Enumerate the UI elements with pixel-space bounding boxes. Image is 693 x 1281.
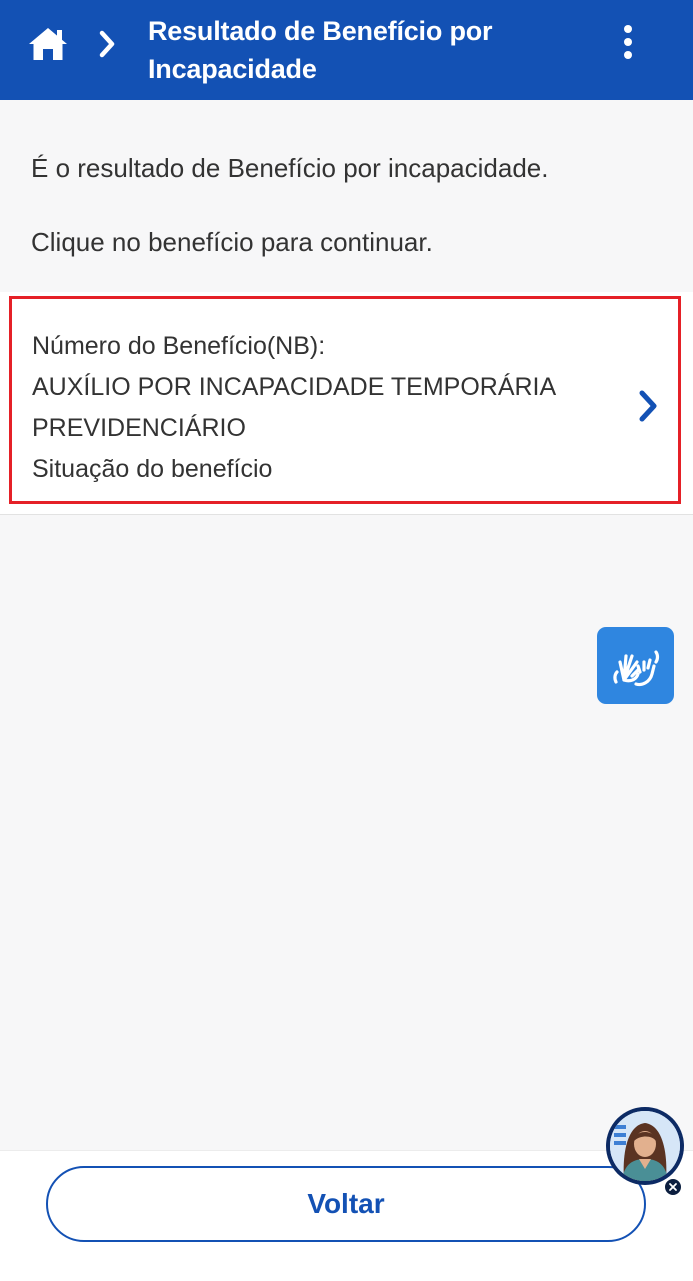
- libras-accessibility-button[interactable]: [597, 627, 674, 704]
- back-button[interactable]: Voltar: [46, 1166, 646, 1242]
- chevron-right-icon: [99, 30, 115, 58]
- more-options-button[interactable]: [608, 20, 648, 64]
- intro-section: É o resultado de Benefício por incapacid…: [0, 100, 693, 266]
- benefit-details: Número do Benefício(NB): AUXÍLIO POR INC…: [32, 326, 612, 490]
- virtual-assistant-avatar: [610, 1111, 680, 1181]
- chevron-right-icon: [639, 390, 657, 422]
- breadcrumb-separator: [94, 26, 120, 62]
- benefit-number-label: Número do Benefício(NB):: [32, 332, 326, 360]
- page-title: Resultado de Benefício por Incapacidade: [148, 16, 493, 84]
- app-header: Resultado de Benefício por Incapacidade: [0, 0, 693, 100]
- open-benefit-chevron[interactable]: [634, 387, 662, 425]
- intro-text: É o resultado de Benefício por incapacid…: [31, 153, 549, 183]
- home-icon: [29, 28, 67, 60]
- home-button[interactable]: [26, 22, 70, 66]
- benefit-type-line-1: AUXÍLIO POR INCAPACIDADE TEMPORÁRIA: [32, 373, 557, 401]
- benefit-status-label: Situação do benefício: [32, 455, 273, 483]
- close-assistant-button[interactable]: [663, 1177, 683, 1197]
- close-icon: [669, 1183, 677, 1191]
- instruction-text: Clique no benefício para continuar.: [31, 227, 433, 257]
- more-vertical-icon: [624, 25, 632, 59]
- benefit-result-item[interactable]: Número do Benefício(NB): AUXÍLIO POR INC…: [9, 296, 681, 504]
- benefit-type-line-2: PREVIDENCIÁRIO: [32, 414, 246, 442]
- virtual-assistant-button[interactable]: [606, 1107, 684, 1185]
- sign-language-hands-icon: [612, 649, 659, 686]
